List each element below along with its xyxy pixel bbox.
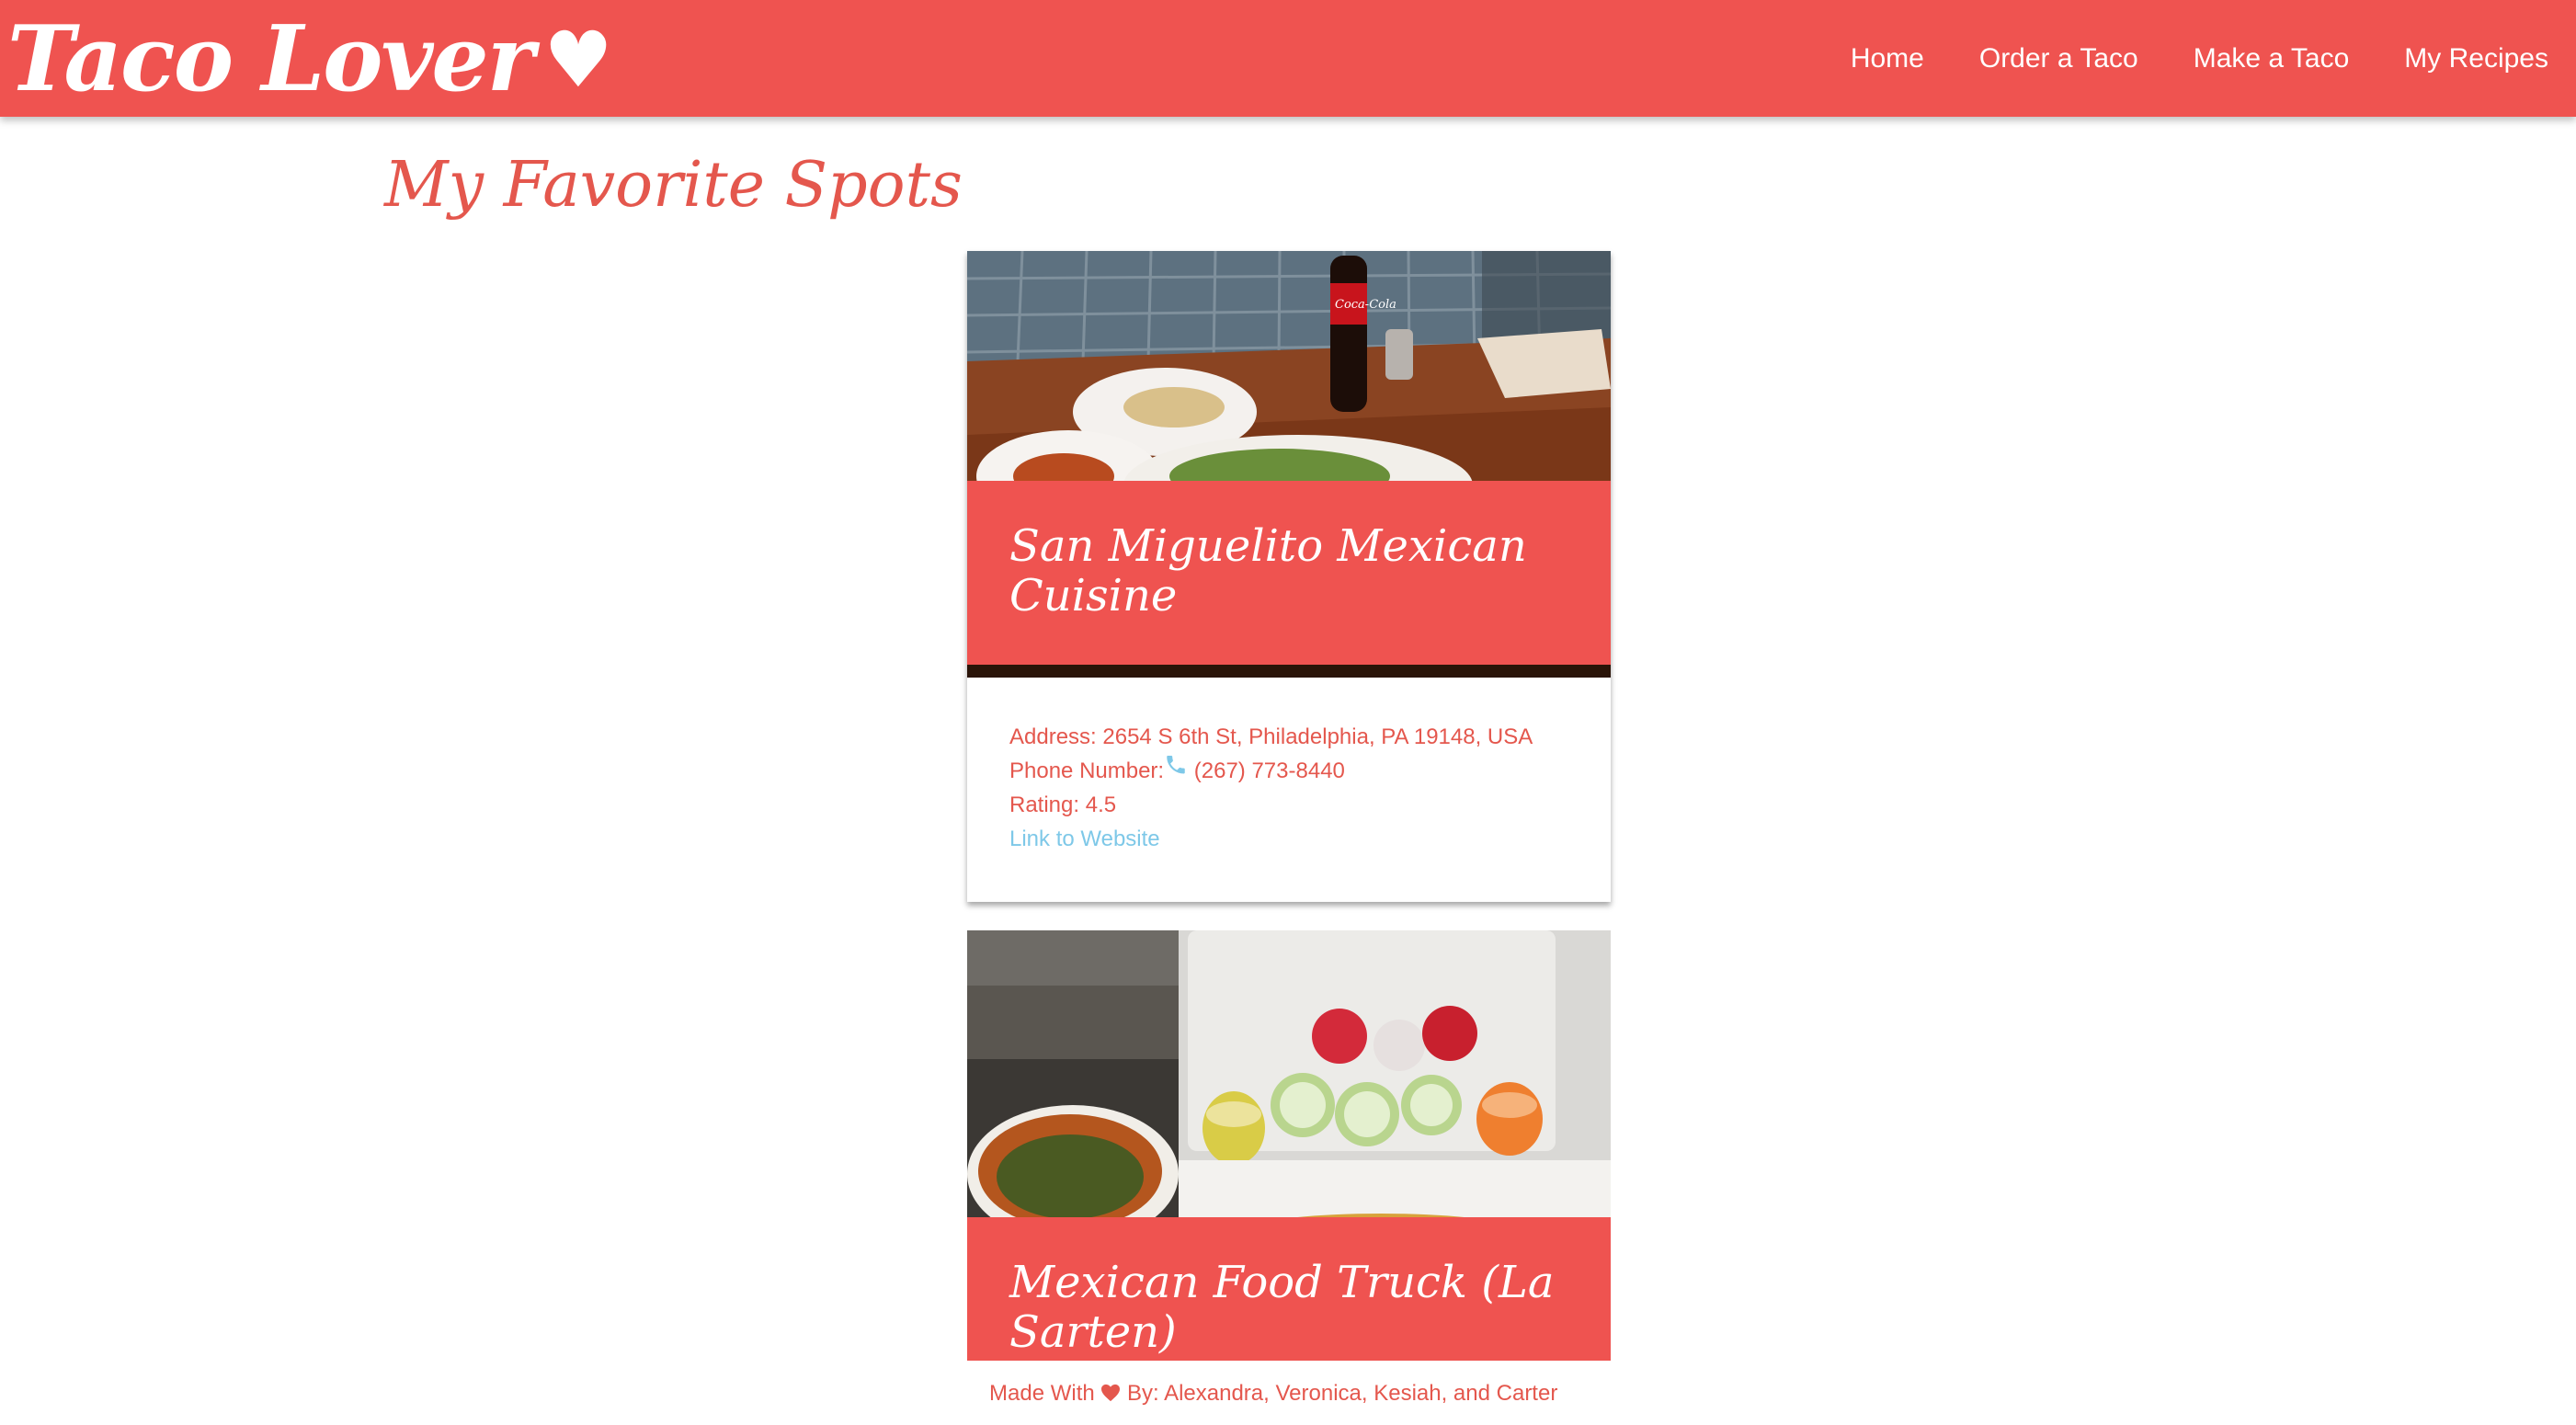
website-link[interactable]: Link to Website [1009, 826, 1160, 851]
nav-link-my-recipes[interactable]: My Recipes [2404, 43, 2548, 74]
nav-item-my-recipes: My Recipes [2404, 43, 2548, 74]
phone-label: Phone Number: [1009, 758, 1165, 783]
svg-text:Coca-Cola: Coca-Cola [1335, 298, 1396, 312]
nav-link-make-a-taco[interactable]: Make a Taco [2194, 43, 2350, 74]
nav-link-home[interactable]: Home [1851, 43, 1924, 74]
phone-icon [1167, 756, 1185, 774]
top-navbar: Taco Lover ♥ Home Order a Taco Make a Ta… [0, 0, 2576, 117]
page-title: My Favorite Spots [384, 149, 963, 222]
address-label: Address: [1009, 724, 1097, 749]
rating-row: Rating: 4.5 [1009, 788, 1533, 822]
restaurant-card: Coca-Cola San Miguelito Mexican Cuisine … [967, 251, 1611, 902]
page-footer: Made With By: Alexandra, Veronica, Kesia… [0, 1361, 2576, 1425]
rating-label: Rating: [1009, 792, 1080, 817]
nav-item-home: Home [1851, 43, 1924, 74]
restaurant-card: Mexican Food Truck (La Sarten) [967, 930, 1611, 1362]
restaurant-photo: Coca-Cola San Miguelito Mexican Cuisine [967, 251, 1611, 678]
brand-logo-link[interactable]: Taco Lover ♥ [7, 4, 613, 114]
footer-suffix: By: Alexandra, Veronica, Kesiah, and Car… [1127, 1381, 1558, 1406]
nav-item-make-a-taco: Make a Taco [2194, 43, 2350, 74]
nav-menu: Home Order a Taco Make a Taco My Recipes [1795, 0, 2548, 117]
phone-row: Phone Number: (267) 773-8440 [1009, 754, 1533, 788]
rating-value: 4.5 [1085, 792, 1117, 817]
footer-credits: Made With By: Alexandra, Veronica, Kesia… [989, 1381, 1557, 1407]
address-row: Address: 2654 S 6th St, Philadelphia, PA… [1009, 720, 1533, 754]
restaurant-photo: Mexican Food Truck (La Sarten) [967, 930, 1611, 1362]
card-title-bar: San Miguelito Mexican Cuisine [967, 481, 1611, 665]
card-title-bar: Mexican Food Truck (La Sarten) [967, 1217, 1611, 1362]
restaurant-details: Address: 2654 S 6th St, Philadelphia, PA… [1009, 720, 1533, 856]
brand-name: Taco Lover [7, 6, 534, 112]
phone-value: (267) 773-8440 [1193, 758, 1345, 783]
nav-link-order-a-taco[interactable]: Order a Taco [1979, 43, 2138, 74]
restaurant-name: San Miguelito Mexican Cuisine [1009, 520, 1527, 621]
address-value: 2654 S 6th St, Philadelphia, PA 19148, U… [1102, 724, 1533, 749]
restaurant-name: Mexican Food Truck (La Sarten) [1009, 1257, 1555, 1358]
heart-icon [1101, 1384, 1121, 1402]
footer-prefix: Made With [989, 1381, 1095, 1406]
website-row: Link to Website [1009, 822, 1533, 856]
nav-item-order-a-taco: Order a Taco [1979, 43, 2138, 74]
heart-icon: ♥ [543, 13, 612, 105]
